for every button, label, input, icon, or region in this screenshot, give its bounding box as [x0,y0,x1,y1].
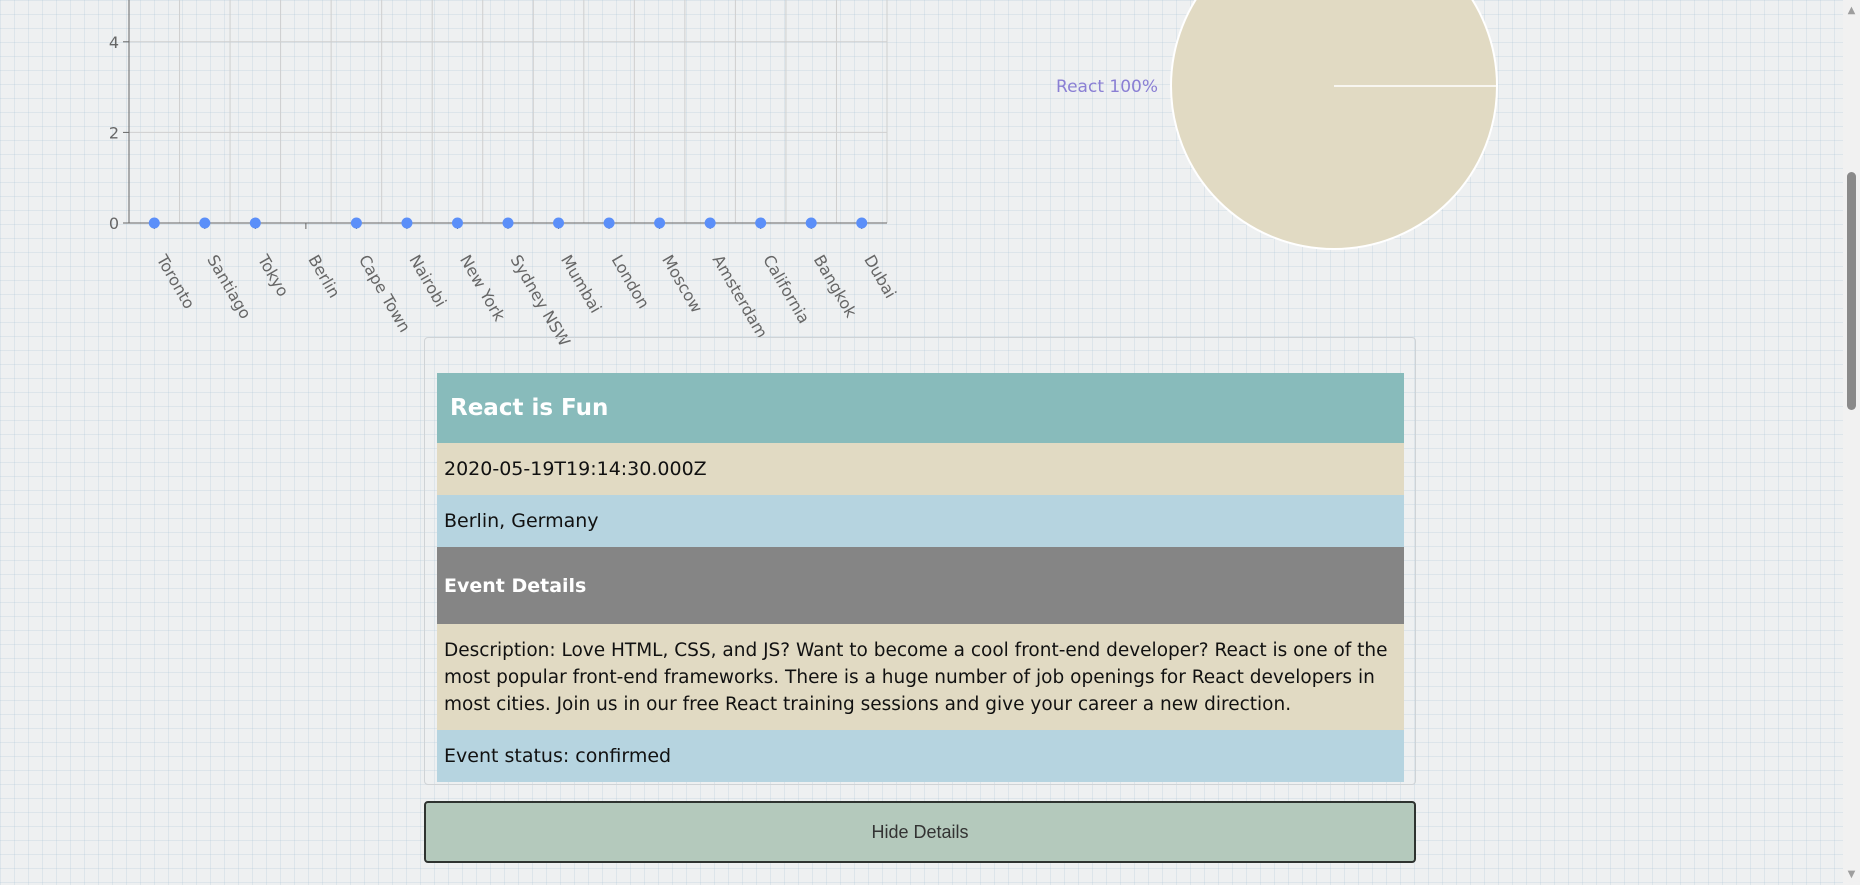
x-tick-label: Berlin [304,252,344,302]
event-location: Berlin, Germany [437,495,1404,547]
x-tick-label: Tokyo [253,251,292,300]
scatter-point [401,217,413,229]
scatter-point [199,217,211,229]
scatter-point [805,217,817,229]
scatter-point [350,217,362,229]
x-tick-label: Nairobi [405,252,450,311]
x-tick-label: Dubai [860,252,900,302]
scroll-down-arrow-icon[interactable]: ▼ [1843,866,1860,883]
event-details-heading: Event Details [437,547,1404,624]
x-tick-label: Bangkok [810,252,861,322]
event-details-table: React is Fun 2020-05-19T19:14:30.000Z Be… [437,373,1404,782]
scroll-up-arrow-icon[interactable]: ▲ [1843,2,1860,19]
x-tick-label: New York [456,252,509,326]
x-tick-label: Santiago [203,252,255,323]
scatter-point [451,217,463,229]
x-tick-label: Toronto [152,251,198,313]
scatter-point [553,217,565,229]
x-tick-label: California [759,252,813,327]
scatter-chart: 0 2 4 Toronto SantiagoTokyo Berlin Cape TownNa… [109,0,900,350]
event-date: 2020-05-19T19:14:30.000Z [437,443,1404,495]
scatter-point [249,217,261,229]
y-tick-label: 4 [109,33,119,52]
scatter-point [603,217,615,229]
event-description: Description: Love HTML, CSS, and JS? Wan… [437,624,1404,730]
scatter-point [148,217,160,229]
scatter-point [856,217,868,229]
x-tick-label: Mumbai [557,252,605,317]
scatter-point [755,217,767,229]
y-tick-label: 2 [109,123,119,142]
scatter-point [704,217,716,229]
x-tick-label: London [608,252,654,312]
event-status: Event status: confirmed [437,730,1404,782]
x-tick-label: Moscow [658,252,706,317]
pie-slice [1170,0,1498,250]
pie-chart: React 100% [1056,0,1498,250]
hide-details-button[interactable]: Hide Details [424,801,1416,863]
scatter-point [502,217,514,229]
scatter-point [654,217,666,229]
event-card: React is Fun 2020-05-19T19:14:30.000Z Be… [424,337,1416,785]
pie-slice-label: React 100% [1056,77,1158,97]
y-tick-label: 0 [109,214,119,233]
scrollbar-thumb[interactable] [1847,172,1856,410]
x-tick-label: Cape Town [355,252,415,336]
event-title: React is Fun [437,373,1404,443]
vertical-scrollbar[interactable]: ▲ ▼ [1843,0,1860,885]
